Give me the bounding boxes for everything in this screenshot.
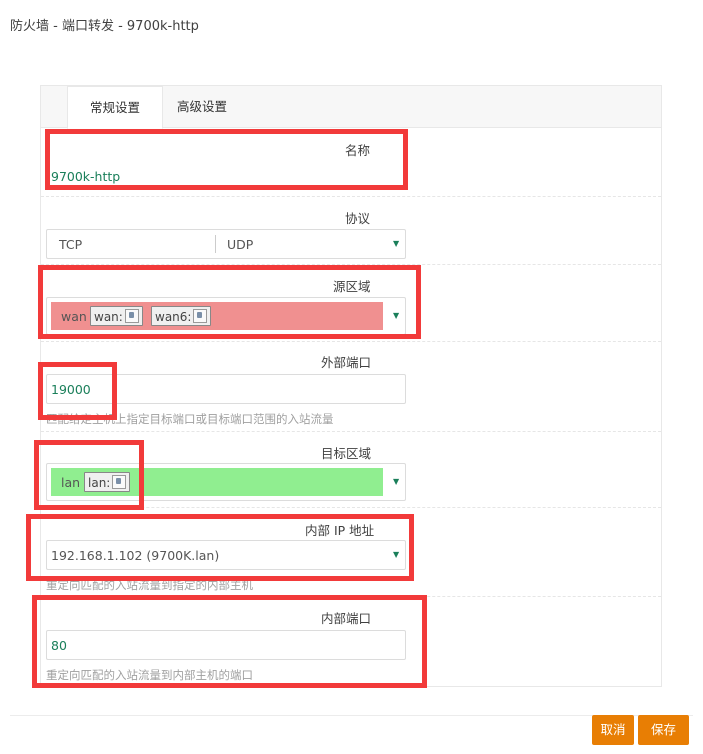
- protocol-udp[interactable]: UDP: [227, 237, 253, 252]
- external-port-label: 外部端口: [321, 355, 372, 370]
- cancel-button[interactable]: 取消: [592, 715, 634, 745]
- dest-zone-label: 目标区域: [321, 446, 372, 461]
- annotation-box-internal-ip: [26, 514, 414, 581]
- divider: [41, 196, 661, 197]
- tab-general[interactable]: 常规设置: [67, 86, 163, 129]
- annotation-box-name: [45, 129, 408, 190]
- save-button[interactable]: 保存: [638, 715, 689, 745]
- divider: [41, 431, 661, 432]
- dialog-title: 防火墙 - 端口转发 - 9700k-http: [10, 19, 199, 34]
- tab-bar: 常规设置 高级设置: [41, 86, 661, 129]
- tab-advanced[interactable]: 高级设置: [163, 86, 241, 127]
- annotation-box-external-port: [38, 362, 117, 420]
- protocol-select[interactable]: TCP UDP ▼: [46, 229, 406, 259]
- footer-divider: [10, 715, 693, 716]
- protocol-divider: [215, 235, 216, 253]
- annotation-box-dest-zone: [34, 440, 144, 510]
- annotation-box-internal-port: [32, 595, 427, 688]
- divider: [41, 341, 661, 342]
- dropdown-caret-icon: ▼: [393, 477, 400, 486]
- protocol-tcp[interactable]: TCP: [59, 237, 82, 252]
- protocol-label: 协议: [345, 211, 371, 226]
- dropdown-caret-icon: ▼: [393, 239, 400, 248]
- annotation-box-source-zone: [38, 265, 421, 339]
